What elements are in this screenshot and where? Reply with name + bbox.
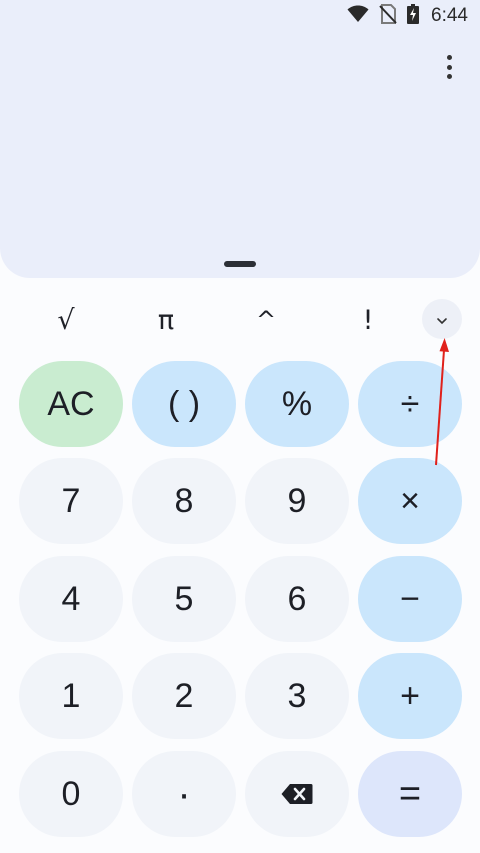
plus-button[interactable]: +	[358, 653, 462, 739]
scientific-row: √ π ^ !	[0, 292, 480, 348]
digit-4-button[interactable]: 4	[19, 556, 123, 642]
digit-5-button[interactable]: 5	[132, 556, 236, 642]
digit-2-button[interactable]: 2	[132, 653, 236, 739]
battery-charging-icon	[407, 4, 420, 28]
digit-7-button[interactable]: 7	[19, 458, 123, 544]
backspace-icon	[281, 775, 313, 814]
pi-button[interactable]: π	[136, 292, 196, 348]
power-button[interactable]: ^	[236, 292, 296, 348]
factorial-button[interactable]: !	[338, 292, 398, 348]
parentheses-button[interactable]: ( )	[132, 361, 236, 447]
digit-0-button[interactable]: 0	[19, 751, 123, 837]
calculator-screen: 6:44 √ π ^ ! AC ( ) % ÷ 7 8 9 × 4 5 6 − …	[0, 0, 480, 853]
drag-handle[interactable]	[224, 261, 256, 267]
digit-1-button[interactable]: 1	[19, 653, 123, 739]
display-panel[interactable]: 6:44	[0, 0, 480, 278]
backspace-button[interactable]	[245, 751, 349, 837]
digit-9-button[interactable]: 9	[245, 458, 349, 544]
expand-button[interactable]	[422, 299, 462, 339]
minus-button[interactable]: −	[358, 556, 462, 642]
no-sim-icon	[379, 4, 397, 28]
menu-dot	[446, 64, 452, 70]
decimal-button[interactable]: ·	[132, 751, 236, 837]
digit-6-button[interactable]: 6	[245, 556, 349, 642]
sqrt-button[interactable]: √	[36, 292, 96, 348]
status-time: 6:44	[431, 5, 468, 26]
equals-button[interactable]: =	[358, 751, 462, 837]
clear-button[interactable]: AC	[19, 361, 123, 447]
digit-3-button[interactable]: 3	[245, 653, 349, 739]
digit-8-button[interactable]: 8	[132, 458, 236, 544]
more-vert-icon[interactable]	[438, 55, 460, 79]
menu-dot	[446, 55, 452, 60]
multiply-button[interactable]: ×	[358, 458, 462, 544]
wifi-icon	[347, 5, 369, 27]
percent-button[interactable]: %	[245, 361, 349, 447]
divide-button[interactable]: ÷	[358, 361, 462, 447]
status-bar: 6:44	[347, 0, 480, 32]
chevron-down-icon	[436, 310, 448, 329]
menu-dot	[446, 74, 452, 79]
